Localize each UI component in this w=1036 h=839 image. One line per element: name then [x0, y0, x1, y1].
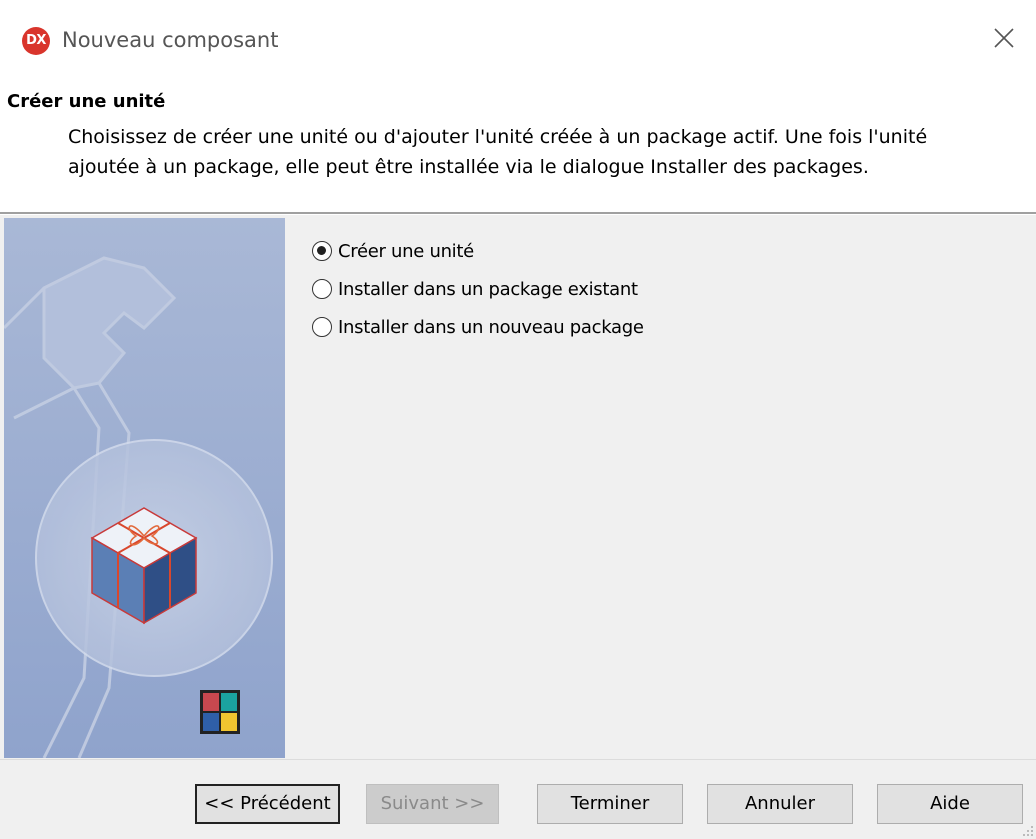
option-new-package[interactable]: Installer dans un nouveau package [312, 308, 644, 346]
close-icon [994, 28, 1014, 48]
option-label: Installer dans un package existant [338, 278, 638, 300]
install-options: Créer une unité Installer dans un packag… [312, 232, 644, 346]
wizard-header: Créer une unité Choisissez de créer une … [0, 80, 1036, 212]
finish-button[interactable]: Terminer [537, 784, 683, 824]
option-create-unit[interactable]: Créer une unité [312, 232, 644, 270]
app-logo-icon: DX [22, 27, 50, 55]
cancel-button[interactable]: Annuler [707, 784, 853, 824]
page-description: Choisissez de créer une unité ou d'ajout… [68, 126, 928, 178]
close-button[interactable] [978, 10, 1036, 68]
window-title: Nouveau composant [62, 28, 279, 52]
title-bar: DX Nouveau composant [0, 0, 1036, 80]
radio-button[interactable] [312, 317, 332, 337]
side-illustration [4, 218, 285, 758]
resize-grip-icon[interactable] [1022, 825, 1034, 837]
help-button[interactable]: Aide [877, 784, 1023, 824]
page-title: Créer une unité [7, 91, 166, 112]
option-existing-package[interactable]: Installer dans un package existant [312, 270, 644, 308]
option-label: Créer une unité [338, 240, 474, 262]
radio-button[interactable] [312, 279, 332, 299]
color-grid-icon [200, 690, 240, 734]
option-label: Installer dans un nouveau package [338, 316, 644, 338]
previous-button[interactable]: << Précédent [195, 784, 340, 824]
next-button[interactable]: Suivant >> [366, 784, 499, 824]
radio-button[interactable] [312, 241, 332, 261]
